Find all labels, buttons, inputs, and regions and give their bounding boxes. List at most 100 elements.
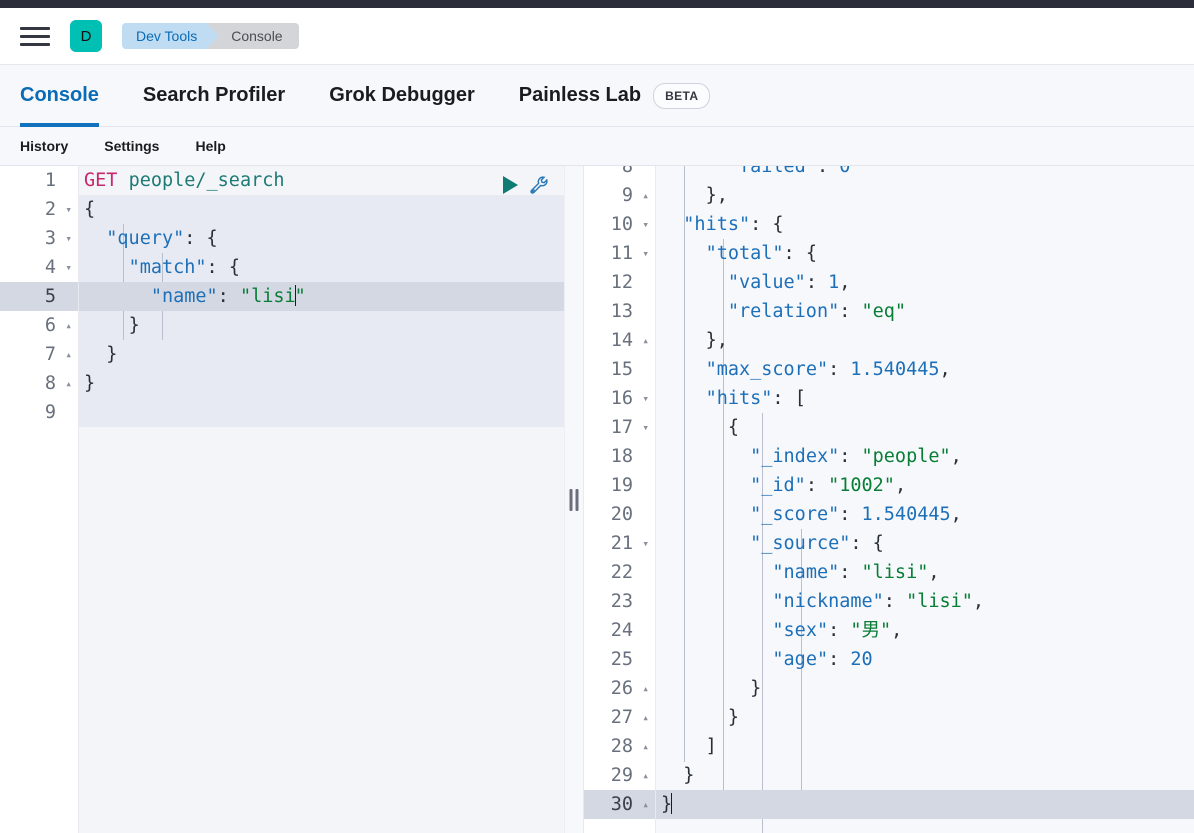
line-number: 26▴ (584, 674, 655, 703)
line-number: 10▾ (584, 210, 655, 239)
help-button[interactable]: Help (195, 138, 225, 154)
code-line[interactable]: "query": { (79, 224, 564, 253)
tab-label: Grok Debugger (329, 84, 475, 107)
help-label: Help (195, 138, 225, 154)
code-line[interactable]: GET people/_search (79, 166, 564, 195)
code-line[interactable]: } (656, 703, 1194, 732)
breadcrumb: Dev Tools Console (122, 23, 299, 49)
line-number: 1 (0, 166, 78, 195)
play-icon[interactable] (503, 176, 518, 194)
code-line[interactable]: "relation": "eq" (656, 297, 1194, 326)
line-number: 22 (584, 558, 655, 587)
breadcrumb-item-console[interactable]: Console (207, 23, 298, 49)
tab-label: Painless Lab (519, 84, 641, 107)
line-number: 8 (584, 166, 655, 181)
line-number: 21▾ (584, 529, 655, 558)
code-line[interactable]: "hits": [ (656, 384, 1194, 413)
line-number: 17▾ (584, 413, 655, 442)
settings-label: Settings (104, 138, 159, 154)
line-number: 16▾ (584, 384, 655, 413)
panel-resize-handle[interactable] (564, 166, 584, 833)
line-number: 29▴ (584, 761, 655, 790)
code-line[interactable]: }, (656, 181, 1194, 210)
request-gutter: 12▾3▾4▾56▴7▴8▴9 (0, 166, 79, 833)
line-number: 2▾ (0, 195, 78, 224)
tab-console[interactable]: Console (20, 65, 99, 127)
line-number: 12 (584, 268, 655, 297)
grip-bar (570, 489, 573, 511)
tab-grok-debugger[interactable]: Grok Debugger (329, 65, 475, 127)
code-line[interactable]: "value": 1, (656, 268, 1194, 297)
code-line[interactable] (79, 398, 564, 427)
response-code[interactable]: "failed": 0 }, "hits": { "total": { "val… (656, 166, 1194, 833)
code-line[interactable]: } (79, 369, 564, 398)
code-line[interactable]: } (656, 674, 1194, 703)
resize-grip-icon (570, 489, 579, 511)
request-code[interactable]: GET people/_search{ "query": { "match": … (79, 166, 564, 833)
line-number: 24 (584, 616, 655, 645)
code-line[interactable]: "name": "lisi", (656, 558, 1194, 587)
tab-label: Search Profiler (143, 84, 285, 107)
code-line[interactable]: } (656, 761, 1194, 790)
line-number: 4▾ (0, 253, 78, 282)
response-gutter: 89▴10▾11▾121314▴1516▾17▾18192021▾2223242… (584, 166, 656, 833)
code-line[interactable]: "sex": "男", (656, 616, 1194, 645)
line-number: 7▴ (0, 340, 78, 369)
line-number: 9 (0, 398, 78, 427)
code-line[interactable]: "_source": { (656, 529, 1194, 558)
code-line[interactable]: { (79, 195, 564, 224)
line-number: 19 (584, 471, 655, 500)
code-line[interactable]: } (656, 790, 1194, 819)
line-number: 11▾ (584, 239, 655, 268)
code-line[interactable]: "age": 20 (656, 645, 1194, 674)
line-number: 9▴ (584, 181, 655, 210)
tab-search-profiler[interactable]: Search Profiler (143, 65, 285, 127)
code-line[interactable]: "_index": "people", (656, 442, 1194, 471)
top-dark-strip (0, 0, 1194, 8)
wrench-icon[interactable] (528, 174, 550, 196)
breadcrumb-label: Console (231, 28, 282, 44)
line-number: 14▴ (584, 326, 655, 355)
history-button[interactable]: History (20, 138, 68, 154)
hamburger-menu-icon[interactable] (20, 24, 50, 48)
breadcrumb-item-dev-tools[interactable]: Dev Tools (122, 23, 207, 49)
code-line[interactable]: { (656, 413, 1194, 442)
breadcrumb-label: Dev Tools (136, 28, 197, 44)
code-line[interactable]: "_id": "1002", (656, 471, 1194, 500)
dev-tools-console-page: D Dev Tools Console Console Search Profi… (0, 0, 1194, 833)
tab-painless-lab[interactable]: Painless Lab BETA (519, 65, 711, 127)
grip-bar (576, 489, 579, 511)
line-number: 30▴ (584, 790, 655, 819)
main-tab-bar: Console Search Profiler Grok Debugger Pa… (0, 65, 1194, 127)
code-line[interactable]: "max_score": 1.540445, (656, 355, 1194, 384)
code-line[interactable]: "failed": 0 (656, 166, 1194, 181)
line-number: 20 (584, 500, 655, 529)
history-label: History (20, 138, 68, 154)
console-sub-toolbar: History Settings Help (0, 127, 1194, 166)
line-number: 3▾ (0, 224, 78, 253)
line-number: 23 (584, 587, 655, 616)
line-number: 27▴ (584, 703, 655, 732)
request-editor[interactable]: 12▾3▾4▾56▴7▴8▴9 GET people/_search{ "que… (0, 166, 564, 833)
beta-badge: BETA (653, 83, 710, 109)
code-line[interactable]: "hits": { (656, 210, 1194, 239)
code-line[interactable]: "_score": 1.540445, (656, 500, 1194, 529)
code-line[interactable]: "total": { (656, 239, 1194, 268)
avatar[interactable]: D (70, 20, 102, 52)
code-line[interactable]: "nickname": "lisi", (656, 587, 1194, 616)
request-actions (503, 174, 550, 196)
code-line[interactable]: } (79, 340, 564, 369)
tab-label: Console (20, 84, 99, 107)
code-line[interactable]: "name": "lisi" (79, 282, 564, 311)
code-line[interactable]: "match": { (79, 253, 564, 282)
settings-button[interactable]: Settings (104, 138, 159, 154)
code-line[interactable]: ] (656, 732, 1194, 761)
code-line[interactable]: }, (656, 326, 1194, 355)
hamburger-bar (20, 43, 50, 46)
line-number: 18 (584, 442, 655, 471)
line-number: 8▴ (0, 369, 78, 398)
response-editor[interactable]: 89▴10▾11▾121314▴1516▾17▾18192021▾2223242… (584, 166, 1194, 833)
line-number: 25 (584, 645, 655, 674)
global-header: D Dev Tools Console (0, 8, 1194, 65)
code-line[interactable]: } (79, 311, 564, 340)
